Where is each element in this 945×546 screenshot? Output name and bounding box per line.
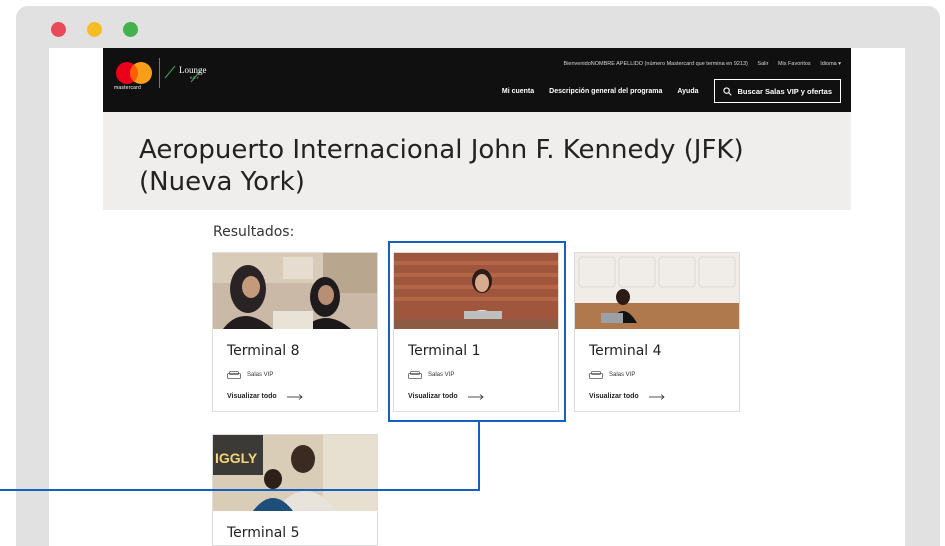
results-label: Resultados:	[213, 224, 295, 240]
site-header: mastercard Lounge KEY BienvenidoNOMBRE A…	[103, 48, 851, 112]
maximize-window-button[interactable]	[123, 22, 138, 37]
view-all-label: Visualizar todo	[589, 393, 639, 400]
arrow-right-icon	[648, 393, 665, 400]
highlight-callout-box	[388, 241, 566, 422]
svg-text:IGGLY: IGGLY	[215, 450, 258, 466]
terminal-card-8[interactable]: Terminal 8 Salas VIP Visualizar todo	[212, 252, 378, 412]
view-all-link[interactable]: Visualizar todo	[589, 393, 665, 400]
nav-program-overview[interactable]: Descripción general del programa	[549, 88, 662, 95]
card-title: Terminal 5	[227, 525, 300, 541]
callout-connector-vertical	[478, 422, 480, 491]
top-links: BienvenidoNOMBRE APELLIDO (número Master…	[556, 61, 841, 67]
mastercard-logo-icon[interactable]	[115, 61, 153, 85]
page-title: Aeropuerto Internacional John F. Kennedy…	[139, 135, 744, 197]
lounge-key-logo-sub: KEY	[190, 75, 200, 80]
minimize-window-button[interactable]	[87, 22, 102, 37]
welcome-text: BienvenidoNOMBRE APELLIDO (número Master…	[563, 61, 748, 67]
lounge-photo	[575, 253, 739, 329]
card-title: Terminal 8	[227, 343, 300, 359]
favorites-link[interactable]: Mis Favoritos	[778, 61, 811, 67]
lounge-type-label: Salas VIP	[609, 372, 636, 378]
lounge-photo	[213, 253, 377, 329]
arrow-right-icon	[286, 393, 303, 400]
view-all-label: Visualizar todo	[227, 393, 277, 400]
search-lounges-button[interactable]: Buscar Salas VIP y ofertas	[713, 79, 841, 103]
callout-connector-line	[0, 489, 480, 491]
lounge-photo: IGGLY	[213, 435, 377, 511]
sofa-icon	[227, 371, 241, 379]
airport-hero: Aeropuerto Internacional John F. Kennedy…	[103, 112, 851, 210]
lounge-type-label: Salas VIP	[247, 372, 274, 378]
lounge-key-logo-text: Lounge	[179, 65, 207, 75]
sofa-icon	[589, 371, 603, 379]
lounge-type: Salas VIP	[227, 371, 273, 379]
lounge-type: Salas VIP	[589, 371, 635, 379]
mastercard-wordmark: mastercard	[114, 85, 142, 91]
search-icon	[722, 86, 732, 96]
logout-link[interactable]: Salir	[757, 61, 768, 67]
card-title: Terminal 4	[589, 343, 662, 359]
search-lounges-label: Buscar Salas VIP y ofertas	[737, 86, 833, 96]
logo-divider	[159, 58, 160, 88]
nav-my-account[interactable]: Mi cuenta	[502, 88, 534, 95]
language-dropdown[interactable]: Idioma ▾	[820, 61, 841, 67]
nav-help[interactable]: Ayuda	[677, 88, 698, 95]
view-all-link[interactable]: Visualizar todo	[227, 393, 303, 400]
main-nav: Mi cuenta Descripción general del progra…	[502, 79, 841, 103]
close-window-button[interactable]	[51, 22, 66, 37]
terminal-card-4[interactable]: Terminal 4 Salas VIP Visualizar todo	[574, 252, 740, 412]
